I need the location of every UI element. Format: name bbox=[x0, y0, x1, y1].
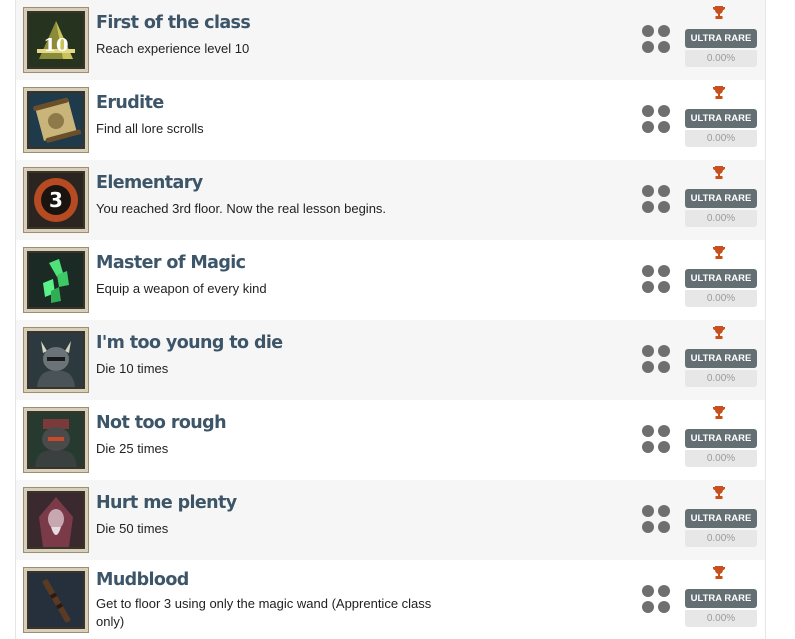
progress-dots-icon bbox=[642, 583, 672, 615]
rarity-badge: ULTRA RARE bbox=[685, 29, 757, 48]
magic-wand-icon bbox=[27, 571, 85, 629]
trophy-icon bbox=[713, 566, 725, 579]
achievement-icon-frame bbox=[23, 247, 89, 313]
progress-dots-icon bbox=[642, 343, 672, 375]
achievement-row[interactable]: Master of Magic Equip a weapon of every … bbox=[16, 240, 765, 320]
achievement-icon-frame: 3 bbox=[23, 167, 89, 233]
horned-knight-icon bbox=[27, 331, 85, 389]
achievement-description: Equip a weapon of every kind bbox=[96, 281, 267, 296]
rarity-badge: ULTRA RARE bbox=[685, 269, 757, 288]
achievement-row[interactable]: 10 First of the class Reach experience l… bbox=[16, 0, 765, 80]
trophy-icon bbox=[713, 326, 725, 339]
rarity-badge: ULTRA RARE bbox=[685, 109, 757, 128]
achievement-icon-frame: 10 bbox=[23, 7, 89, 73]
rarity-badge: ULTRA RARE bbox=[685, 349, 757, 368]
achievement-title: Elementary bbox=[96, 173, 203, 193]
achievement-row[interactable]: Hurt me plenty Die 50 times ULTRA RARE 0… bbox=[16, 480, 765, 560]
achievement-title: Not too rough bbox=[96, 413, 227, 433]
achievement-list: 10 First of the class Reach experience l… bbox=[15, 0, 766, 639]
trophy-icon bbox=[713, 86, 725, 99]
achievement-row[interactable]: Erudite Find all lore scrolls ULTRA RARE… bbox=[16, 80, 765, 160]
achievement-description: Find all lore scrolls bbox=[96, 121, 204, 136]
achievement-title: I'm too young to die bbox=[96, 333, 283, 353]
progress-dots-icon bbox=[642, 183, 672, 215]
unlock-percent: 0.00% bbox=[685, 610, 757, 627]
trophy-icon bbox=[713, 166, 725, 179]
scroll-icon bbox=[27, 91, 85, 149]
achievement-row[interactable]: Not too rough Die 25 times ULTRA RARE 0.… bbox=[16, 400, 765, 480]
rarity-badge: ULTRA RARE bbox=[685, 429, 757, 448]
unlock-percent: 0.00% bbox=[685, 370, 757, 387]
svg-text:3: 3 bbox=[49, 188, 63, 212]
rarity-badge: ULTRA RARE bbox=[685, 589, 757, 608]
achievement-title: Hurt me plenty bbox=[96, 493, 237, 513]
armored-knight-icon bbox=[27, 411, 85, 469]
unlock-percent: 0.00% bbox=[685, 130, 757, 147]
hooded-mage-icon bbox=[27, 491, 85, 549]
achievement-title: First of the class bbox=[96, 13, 251, 33]
rarity-badge: ULTRA RARE bbox=[685, 189, 757, 208]
achievement-icon-frame bbox=[23, 327, 89, 393]
unlock-percent: 0.00% bbox=[685, 290, 757, 307]
achievement-icon-frame bbox=[23, 487, 89, 553]
achievement-description: Get to floor 3 using only the magic wand… bbox=[96, 596, 432, 629]
green-crystal-icon bbox=[27, 251, 85, 309]
achievement-title: Erudite bbox=[96, 93, 164, 113]
achievement-description: Die 25 times bbox=[96, 441, 169, 456]
svg-text:10: 10 bbox=[43, 35, 68, 56]
achievement-row[interactable]: Mudblood Get to floor 3 using only the m… bbox=[16, 560, 765, 639]
floor-3-icon: 3 bbox=[27, 171, 85, 229]
progress-dots-icon bbox=[642, 103, 672, 135]
achievement-icon-frame bbox=[23, 407, 89, 473]
progress-dots-icon bbox=[642, 23, 672, 55]
achievement-title: Mudblood bbox=[96, 570, 189, 590]
trophy-icon bbox=[713, 6, 725, 19]
level-10-icon: 10 bbox=[27, 11, 85, 69]
unlock-percent: 0.00% bbox=[685, 50, 757, 67]
achievement-title: Master of Magic bbox=[96, 253, 246, 273]
trophy-icon bbox=[713, 246, 725, 259]
achievement-icon-frame bbox=[23, 567, 89, 633]
achievement-row[interactable]: 3 Elementary You reached 3rd floor. Now … bbox=[16, 160, 765, 240]
trophy-icon bbox=[713, 406, 725, 419]
progress-dots-icon bbox=[642, 263, 672, 295]
trophy-icon bbox=[713, 486, 725, 499]
unlock-percent: 0.00% bbox=[685, 530, 757, 547]
unlock-percent: 0.00% bbox=[685, 210, 757, 227]
achievement-icon-frame bbox=[23, 87, 89, 153]
achievement-description: Die 50 times bbox=[96, 521, 169, 536]
rarity-badge: ULTRA RARE bbox=[685, 509, 757, 528]
achievement-description: Die 10 times bbox=[96, 361, 169, 376]
progress-dots-icon bbox=[642, 423, 672, 455]
unlock-percent: 0.00% bbox=[685, 450, 757, 467]
achievement-row[interactable]: I'm too young to die Die 10 times ULTRA … bbox=[16, 320, 765, 400]
progress-dots-icon bbox=[642, 503, 672, 535]
achievement-description: You reached 3rd floor. Now the real less… bbox=[96, 201, 387, 216]
achievement-description: Reach experience level 10 bbox=[96, 41, 250, 56]
